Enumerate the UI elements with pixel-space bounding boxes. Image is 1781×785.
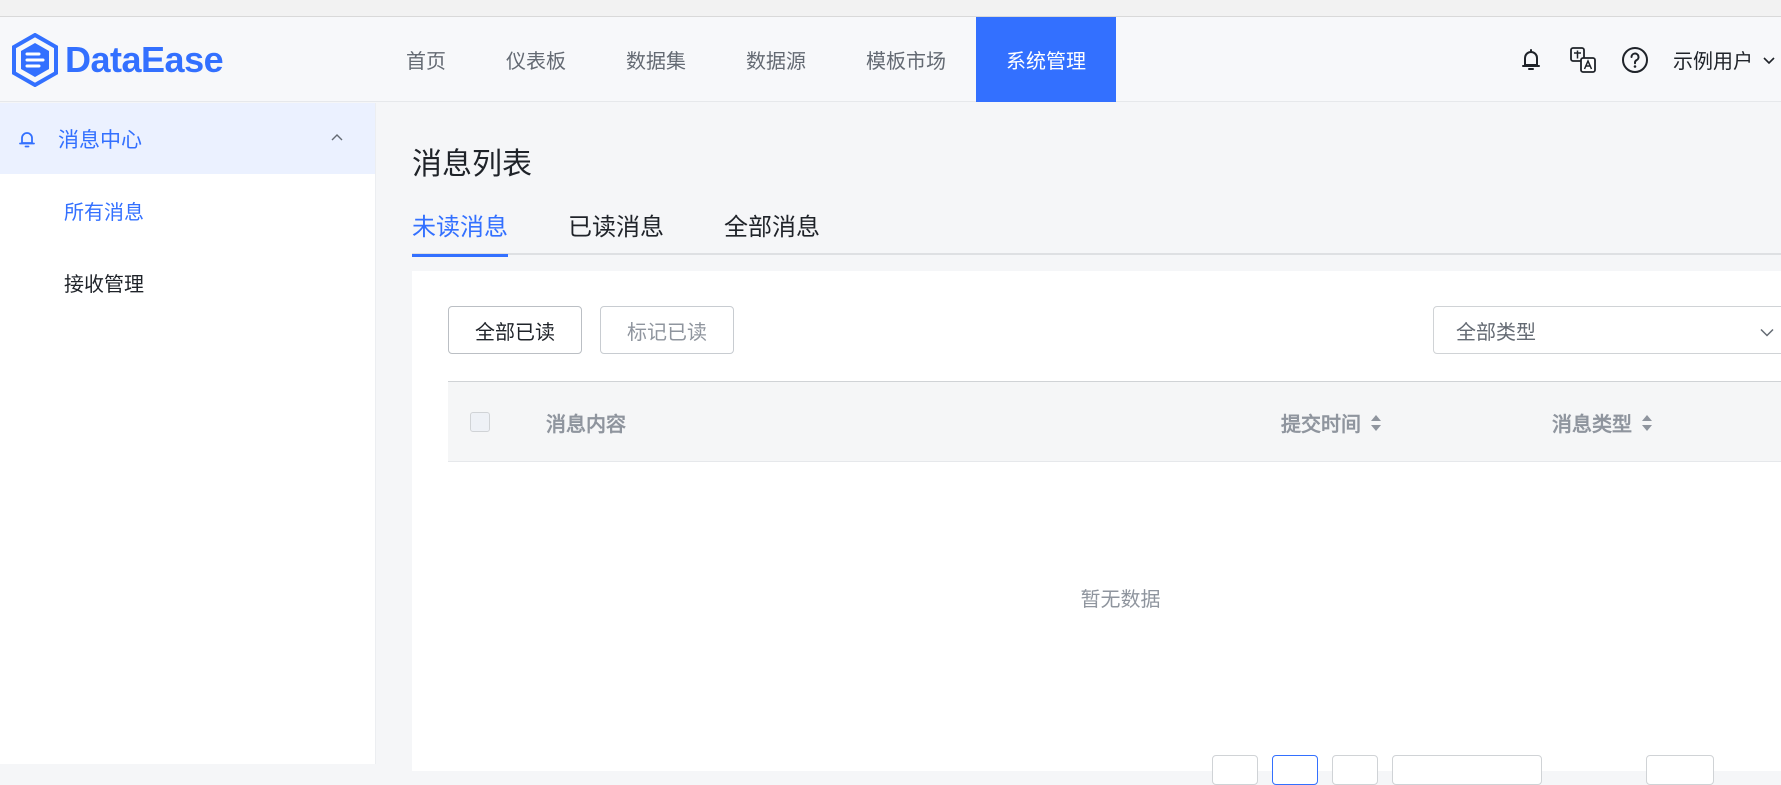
nav-home[interactable]: 首页 [376,17,476,102]
message-panel: 全部已读 标记已读 全部类型 消息内容 提交时间 消息类型 暂无数据 [412,271,1781,771]
sort-icon[interactable] [1640,413,1654,433]
tab-unread[interactable]: 未读消息 [412,203,508,257]
sort-icon[interactable] [1369,413,1383,433]
column-header-type[interactable]: 消息类型 [1552,408,1654,437]
pagination-next-button[interactable] [1332,755,1378,785]
app-header: DataEase 首页 仪表板 数据集 数据源 模板市场 系统管理 示例用户 [0,17,1781,102]
help-icon[interactable] [1621,46,1649,74]
message-type-select[interactable]: 全部类型 [1433,306,1781,354]
chevron-down-icon [1763,56,1775,64]
header-actions: 示例用户 [1517,17,1781,102]
empty-state-text: 暂无数据 [1080,587,1161,611]
column-header-time[interactable]: 提交时间 [1281,408,1383,437]
message-tabs: 未读消息 已读消息 全部消息 [412,203,1781,257]
nav-dashboard[interactable]: 仪表板 [476,17,596,102]
sidebar-item-message-center[interactable]: 消息中心 [0,103,375,174]
user-menu[interactable]: 示例用户 [1673,45,1777,74]
app-logo[interactable]: DataEase [11,33,224,87]
page-title: 消息列表 [412,147,532,182]
pagination-jump-input[interactable] [1646,755,1714,785]
mark-read-button[interactable]: 标记已读 [600,306,734,354]
top-nav: 首页 仪表板 数据集 数据源 模板市场 系统管理 [376,17,1116,102]
notification-icon[interactable] [1517,46,1545,74]
tab-all[interactable]: 全部消息 [724,203,820,255]
chevron-up-icon [331,134,343,141]
main-content: 消息列表 未读消息 已读消息 全部消息 全部已读 标记已读 全部类型 消息内容 … [376,103,1781,785]
nav-datasource[interactable]: 数据源 [716,17,836,102]
browser-top-strip [0,0,1781,17]
pagination-prev-button[interactable] [1212,755,1258,785]
bell-icon [19,131,35,147]
user-name: 示例用户 [1673,49,1753,73]
sidebar-item-label: 消息中心 [58,127,142,152]
translate-icon[interactable] [1569,46,1597,74]
nav-template-market[interactable]: 模板市场 [836,17,976,102]
sidebar: 消息中心 所有消息 接收管理 [0,103,376,764]
logo-text: DataEase [65,39,224,80]
nav-system-management[interactable]: 系统管理 [976,17,1116,102]
message-type-select-value: 全部类型 [1456,319,1536,344]
column-header-content: 消息内容 [546,412,626,436]
sidebar-item-receive-management[interactable]: 接收管理 [0,246,375,318]
pagination-size-select[interactable] [1392,755,1542,785]
pagination-page-button[interactable] [1272,755,1318,785]
sidebar-item-all-messages[interactable]: 所有消息 [0,174,375,246]
chevron-down-icon [1760,328,1774,337]
select-all-checkbox[interactable] [470,412,490,432]
dataease-logo-icon [12,33,58,87]
tab-read[interactable]: 已读消息 [568,203,664,255]
nav-dataset[interactable]: 数据集 [596,17,716,102]
table-header: 消息内容 提交时间 消息类型 [448,381,1781,462]
mark-all-read-button[interactable]: 全部已读 [448,306,582,354]
